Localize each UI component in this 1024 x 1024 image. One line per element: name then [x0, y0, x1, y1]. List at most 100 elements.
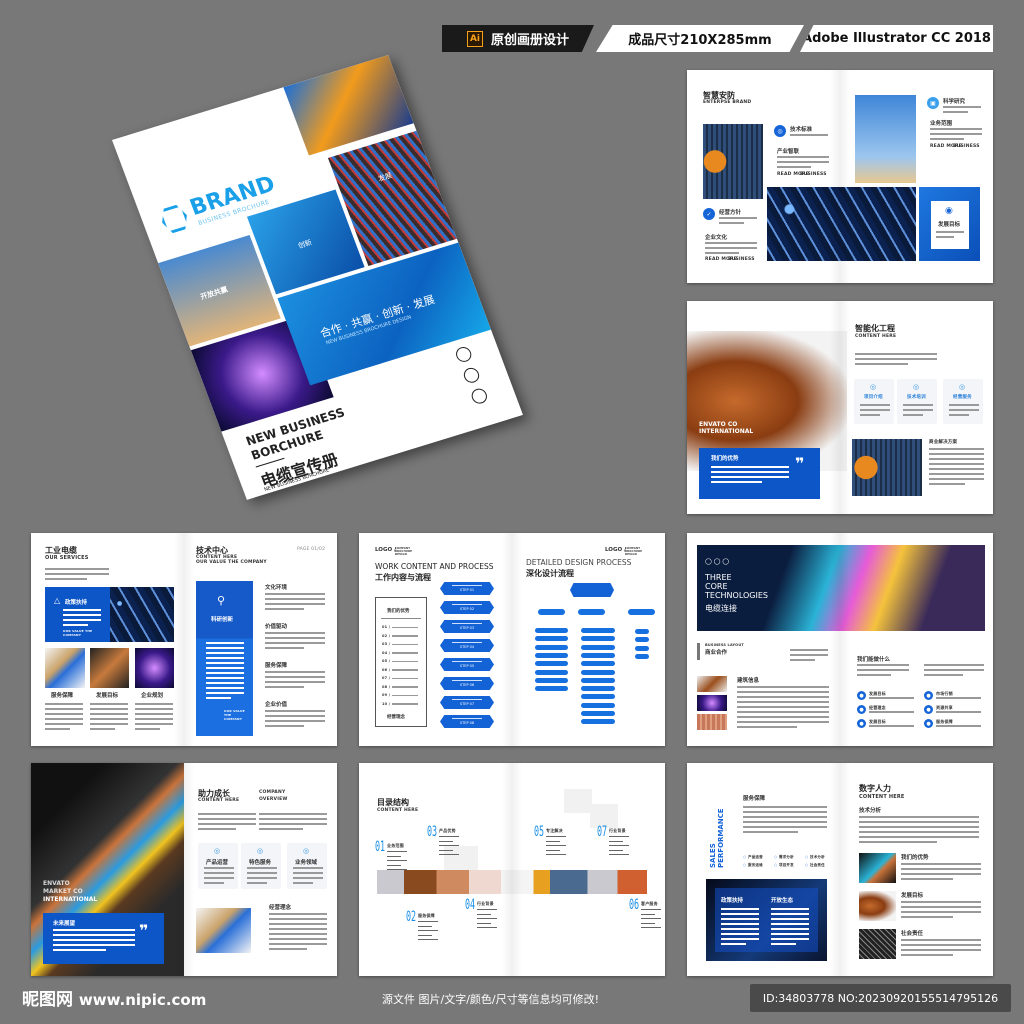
text-line — [63, 614, 101, 616]
toc-subline — [609, 849, 623, 851]
text-line — [45, 578, 87, 580]
item-title: 产业智联 — [777, 149, 800, 155]
overlay-text: ENVATO CO INTERNATIONAL — [699, 421, 754, 435]
purple-fiber-image — [135, 648, 174, 688]
toc-subline — [641, 927, 661, 928]
section-title: 文化环境 — [265, 585, 288, 591]
text-line — [924, 674, 963, 676]
text-line — [206, 662, 244, 664]
flow-node — [535, 661, 568, 667]
text-line — [903, 409, 933, 411]
flow-node — [581, 644, 615, 650]
section-title: 服务保障 — [265, 663, 288, 669]
card-icon: ◎ — [303, 847, 310, 855]
text-line — [860, 414, 880, 416]
text-line — [855, 353, 937, 355]
text-line — [901, 873, 981, 875]
toc-label[interactable]: 行业背景 — [477, 901, 494, 907]
vertical-title-line: SALES — [709, 843, 717, 868]
bullet-icon: ○ — [805, 855, 809, 859]
item-title: 技术标准 — [790, 127, 813, 133]
toc-label[interactable]: 业务范围 — [387, 843, 404, 849]
text-line — [45, 718, 83, 720]
step-label: STEP 06 — [459, 683, 475, 688]
flow-node — [535, 652, 568, 658]
text-line — [859, 816, 979, 818]
business-label: BUSINESS — [953, 144, 980, 149]
toc-label[interactable]: 专注解决 — [546, 828, 563, 834]
cable-cross-section-image — [45, 648, 85, 688]
feature-icon: ● — [857, 691, 866, 700]
box-title: 我们的优势 — [711, 456, 739, 462]
text-line — [135, 713, 173, 715]
text-line — [943, 106, 981, 108]
toc-subline — [609, 845, 629, 846]
logo-subtitle: COMPANY BROCHURE DESIGN — [625, 547, 643, 556]
text-placeholder-lines — [859, 816, 979, 846]
spread-smart-engineering: ENVATO CO INTERNATIONAL 我们的优势 ❞ 智能化工程 CO… — [687, 301, 993, 514]
text-line — [198, 813, 256, 815]
text-line — [53, 939, 135, 941]
bullet-label: 社会责任 — [810, 863, 825, 867]
cable-reel-image — [852, 439, 922, 496]
text-line — [929, 463, 984, 465]
toc-label[interactable]: 服务保障 — [418, 913, 435, 919]
item-bar — [392, 694, 418, 696]
text-placeholder-lines — [924, 664, 984, 679]
text-line — [949, 409, 979, 411]
toc-number: 06 — [629, 897, 640, 913]
text-line — [929, 478, 984, 480]
text-line — [737, 686, 829, 688]
card-title: 项目介绍 — [864, 395, 883, 400]
step-bar — [452, 679, 482, 682]
text-line — [265, 720, 325, 722]
text-line — [265, 632, 325, 634]
text-line — [293, 877, 323, 879]
text-line — [721, 943, 746, 945]
text-line — [90, 723, 128, 725]
flow-node — [581, 719, 615, 725]
text-line — [53, 944, 135, 946]
bullet-label: 需求分析 — [779, 855, 794, 859]
page-subtitle: CONTENT HERE — [855, 334, 897, 339]
step-label: STEP 02 — [459, 607, 475, 612]
flow-branch-node — [578, 609, 605, 615]
text-line — [936, 236, 955, 238]
toc-number: 05 — [534, 824, 545, 840]
spread-sales-performance: PERFORMANCE SALES 服务保障 ○ 产品运营 ○ 需求分析 ○ 技术分析 ○ 服… — [687, 763, 993, 976]
item-bar — [392, 652, 418, 654]
text-line — [247, 872, 277, 874]
text-line — [293, 882, 313, 884]
text-line — [711, 471, 789, 473]
section-title: 经营理念 — [269, 905, 292, 911]
feature-icon: ● — [857, 719, 866, 728]
text-line — [777, 161, 829, 163]
text-line — [737, 691, 829, 693]
toc-label[interactable]: 客户服务 — [641, 901, 658, 907]
logo-url: www.nipic.com — [78, 991, 207, 1009]
text-line — [265, 676, 325, 678]
toc-subline — [609, 840, 623, 842]
bullet-icon: ○ — [743, 855, 747, 859]
advantage-item: 01 / — [382, 625, 391, 629]
text-line — [204, 872, 234, 874]
cover-icon-3 — [469, 386, 490, 406]
text-line — [135, 723, 173, 725]
item-title: 企业文化 — [705, 235, 728, 241]
toc-label[interactable]: 行业背景 — [609, 828, 626, 834]
flow-branch-node — [538, 609, 565, 615]
page-subtitle: CONTENT HERE — [377, 808, 419, 813]
flow-node — [581, 711, 615, 716]
toc-label[interactable]: 产品优势 — [439, 828, 456, 834]
flow-node — [581, 636, 615, 642]
box-title: 未来展望 — [53, 921, 76, 927]
item-title: 发展目标 — [901, 893, 924, 899]
box-title: 开放生态 — [771, 898, 794, 904]
text-placeholder-lines — [790, 649, 828, 664]
copper-thumb — [697, 676, 727, 692]
text-line — [901, 949, 981, 951]
title-cn: 深化设计流程 — [526, 569, 574, 578]
text-placeholder-lines — [737, 686, 829, 731]
nipic-logo[interactable]: 昵图网 www.nipic.com — [22, 985, 206, 1010]
copper-thumb — [859, 891, 896, 921]
